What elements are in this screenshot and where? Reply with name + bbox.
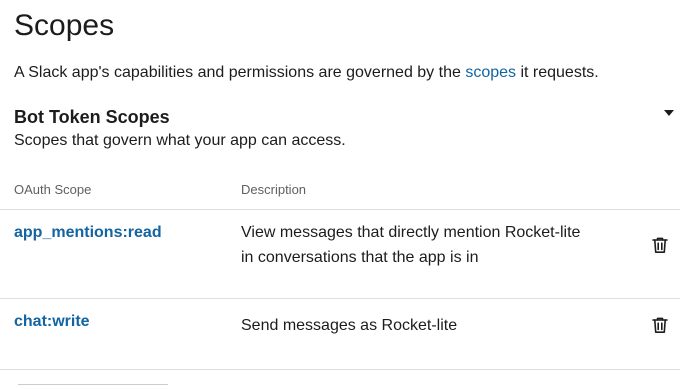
table-divider [0, 209, 680, 210]
scope-name-link[interactable]: chat:write [14, 311, 90, 333]
scope-description: View messages that directly mention Rock… [241, 224, 581, 266]
oauth-scope-column-header: OAuth Scope [14, 182, 92, 197]
intro-text-end: it requests. [516, 64, 599, 81]
description-column-header: Description [241, 182, 307, 197]
intro-text: A Slack app's capabilities and permissio… [14, 62, 599, 84]
scope-name-link[interactable]: app_mentions:read [14, 222, 162, 244]
table-divider [0, 369, 680, 370]
scope-description: Send messages as Rocket-lite [241, 317, 458, 334]
table-divider [0, 298, 680, 299]
caret-down-icon[interactable] [664, 110, 674, 116]
page-title: Scopes [14, 9, 115, 42]
bot-token-scopes-heading: Bot Token Scopes [14, 107, 170, 127]
trash-icon[interactable] [650, 315, 670, 335]
intro-text-start: A Slack app's capabilities and permissio… [14, 64, 466, 81]
scopes-link[interactable]: scopes [465, 64, 516, 81]
trash-icon[interactable] [650, 235, 670, 255]
scopes-page: Scopes A Slack app's capabilities and pe… [0, 0, 700, 389]
bot-token-scopes-subtitle: Scopes that govern what your app can acc… [14, 132, 346, 149]
button-edge-partial [18, 384, 168, 385]
